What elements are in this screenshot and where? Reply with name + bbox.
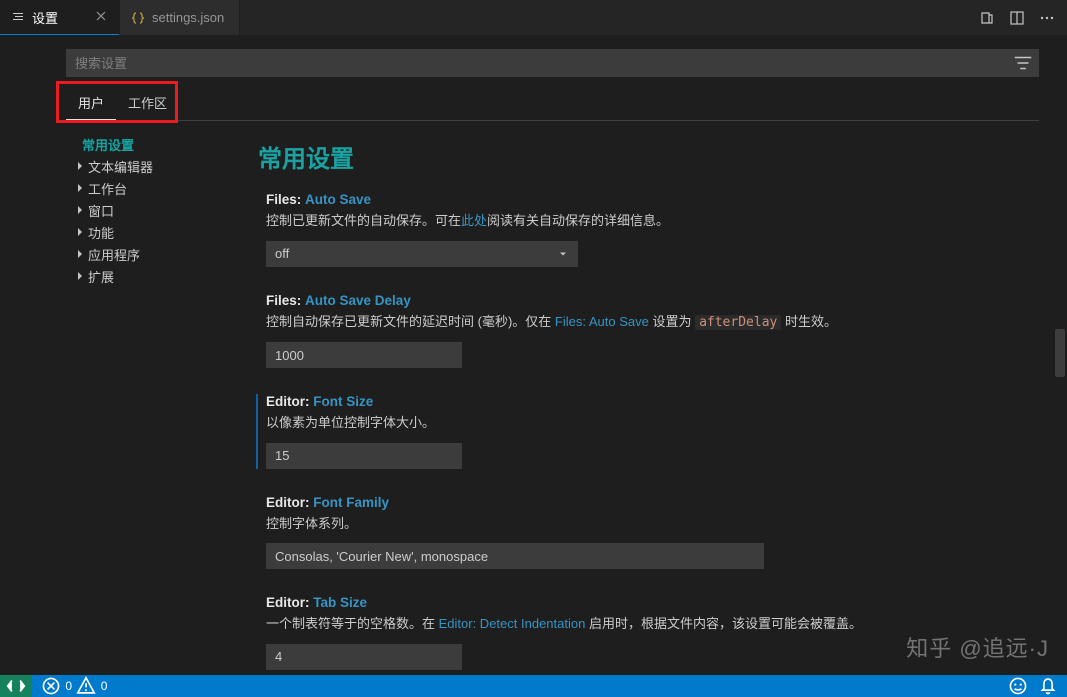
setting-label: Editor: Tab Size — [266, 595, 1041, 610]
setting-item: Editor: Tab Size 一个制表符等于的空格数。在 Editor: De… — [256, 595, 1041, 670]
setting-description: 以像素为单位控制字体大小。 — [266, 413, 1041, 433]
setting-label: Editor: Font Size — [266, 394, 1041, 409]
doc-link[interactable]: Editor: Detect Indentation — [439, 616, 586, 631]
chevron-right-icon — [72, 158, 88, 174]
code-literal: afterDelay — [695, 315, 781, 330]
status-bell-icon[interactable] — [1037, 675, 1059, 697]
setting-text-input[interactable] — [275, 348, 453, 363]
toc-item-label: 功能 — [88, 223, 114, 242]
setting-description: 一个制表符等于的空格数。在 Editor: Detect Indentation… — [266, 614, 1041, 634]
tab-settings-json[interactable]: settings.json — [120, 0, 240, 35]
setting-item: Editor: Font Family 控制字体系列。 — [256, 495, 1041, 570]
settings-toc: 常用设置 文本编辑器工作台窗口功能应用程序扩展 — [66, 121, 238, 675]
chevron-right-icon — [72, 202, 88, 218]
toc-item[interactable]: 应用程序 — [66, 243, 238, 265]
setting-category: Files: — [266, 293, 301, 308]
tab-settings[interactable]: 设置 — [0, 0, 120, 35]
doc-link[interactable]: 此处 — [461, 213, 487, 228]
setting-label: Files: Auto Save — [266, 192, 1041, 207]
chevron-right-icon — [72, 246, 88, 262]
scope-tab-workspace[interactable]: 工作区 — [116, 85, 179, 120]
setting-item: Files: Auto Save 控制已更新文件的自动保存。可在此处阅读有关自动保… — [256, 192, 1041, 267]
setting-name: Auto Save — [305, 192, 371, 207]
filter-icon[interactable] — [1012, 52, 1034, 74]
settings-editor: 用户 工作区 常用设置 文本编辑器工作台窗口功能应用程序扩展 常用设置 File… — [0, 35, 1067, 675]
toc-item-label: 文本编辑器 — [88, 157, 153, 176]
status-bar: 0 0 — [0, 675, 1067, 697]
toc-item[interactable]: 文本编辑器 — [66, 155, 238, 177]
setting-category: Editor: — [266, 394, 310, 409]
setting-text[interactable] — [266, 342, 462, 368]
settings-scope-tabs: 用户 工作区 — [66, 85, 1039, 121]
settings-tab-icon — [10, 9, 26, 25]
toc-item[interactable]: 扩展 — [66, 265, 238, 287]
toc-item-label: 窗口 — [88, 201, 114, 220]
settings-search-box[interactable] — [66, 49, 1039, 77]
setting-text-input[interactable] — [275, 649, 453, 664]
setting-text[interactable] — [266, 543, 764, 569]
setting-label: Editor: Font Family — [266, 495, 1041, 510]
chevron-right-icon — [72, 268, 88, 284]
toc-item-label: 工作台 — [88, 179, 127, 198]
scope-tab-user[interactable]: 用户 — [66, 85, 116, 120]
toc-item[interactable]: 功能 — [66, 221, 238, 243]
tab-label: 设置 — [32, 8, 58, 27]
doc-link[interactable]: Files: Auto Save — [555, 314, 649, 329]
setting-text-input[interactable] — [275, 448, 453, 463]
setting-item: Files: Auto Save Delay 控制自动保存已更新文件的延迟时间 (… — [256, 293, 1041, 369]
toc-item-label: 扩展 — [88, 267, 114, 286]
setting-category: Editor: — [266, 495, 310, 510]
close-icon[interactable] — [93, 8, 109, 27]
setting-label: Files: Auto Save Delay — [266, 293, 1041, 308]
toc-header[interactable]: 常用设置 — [66, 133, 238, 155]
toc-item[interactable]: 工作台 — [66, 177, 238, 199]
setting-category: Files: — [266, 192, 301, 207]
chevron-down-icon — [557, 248, 569, 260]
section-title: 常用设置 — [258, 139, 1041, 174]
chevron-right-icon — [72, 180, 88, 196]
status-feedback-icon[interactable] — [1007, 675, 1029, 697]
toc-item-label: 应用程序 — [88, 245, 140, 264]
scrollbar-thumb[interactable] — [1055, 329, 1065, 377]
tab-label: settings.json — [152, 10, 224, 25]
settings-list[interactable]: 常用设置 Files: Auto Save 控制已更新文件的自动保存。可在此处阅读… — [238, 121, 1067, 675]
setting-name: Tab Size — [313, 595, 367, 610]
setting-name: Auto Save Delay — [305, 293, 411, 308]
setting-text[interactable] — [266, 644, 462, 670]
select-value: off — [275, 246, 289, 261]
setting-name: Font Size — [313, 394, 373, 409]
setting-description: 控制自动保存已更新文件的延迟时间 (毫秒)。仅在 Files: Auto Sav… — [266, 312, 1041, 333]
setting-description: 控制已更新文件的自动保存。可在此处阅读有关自动保存的详细信息。 — [266, 211, 1041, 231]
setting-name: Font Family — [313, 495, 389, 510]
json-file-icon — [130, 10, 146, 26]
setting-description: 控制字体系列。 — [266, 514, 1041, 534]
editor-tab-bar: 设置 settings.json — [0, 0, 1067, 35]
more-actions-icon[interactable] — [1039, 10, 1055, 26]
search-input[interactable] — [67, 56, 1012, 71]
split-editor-icon[interactable] — [1009, 10, 1025, 26]
editor-actions — [967, 0, 1067, 35]
status-remote-icon[interactable] — [0, 675, 32, 697]
setting-text[interactable] — [266, 443, 462, 469]
toc-item[interactable]: 窗口 — [66, 199, 238, 221]
setting-select[interactable]: off — [266, 241, 578, 267]
setting-category: Editor: — [266, 595, 310, 610]
setting-item: Editor: Font Size 以像素为单位控制字体大小。 — [256, 394, 1041, 469]
open-settings-json-icon[interactable] — [979, 10, 995, 26]
scrollbar[interactable] — [1053, 35, 1065, 675]
setting-text-input[interactable] — [275, 549, 755, 564]
chevron-right-icon — [72, 224, 88, 240]
status-problems[interactable]: 0 0 — [40, 675, 107, 697]
